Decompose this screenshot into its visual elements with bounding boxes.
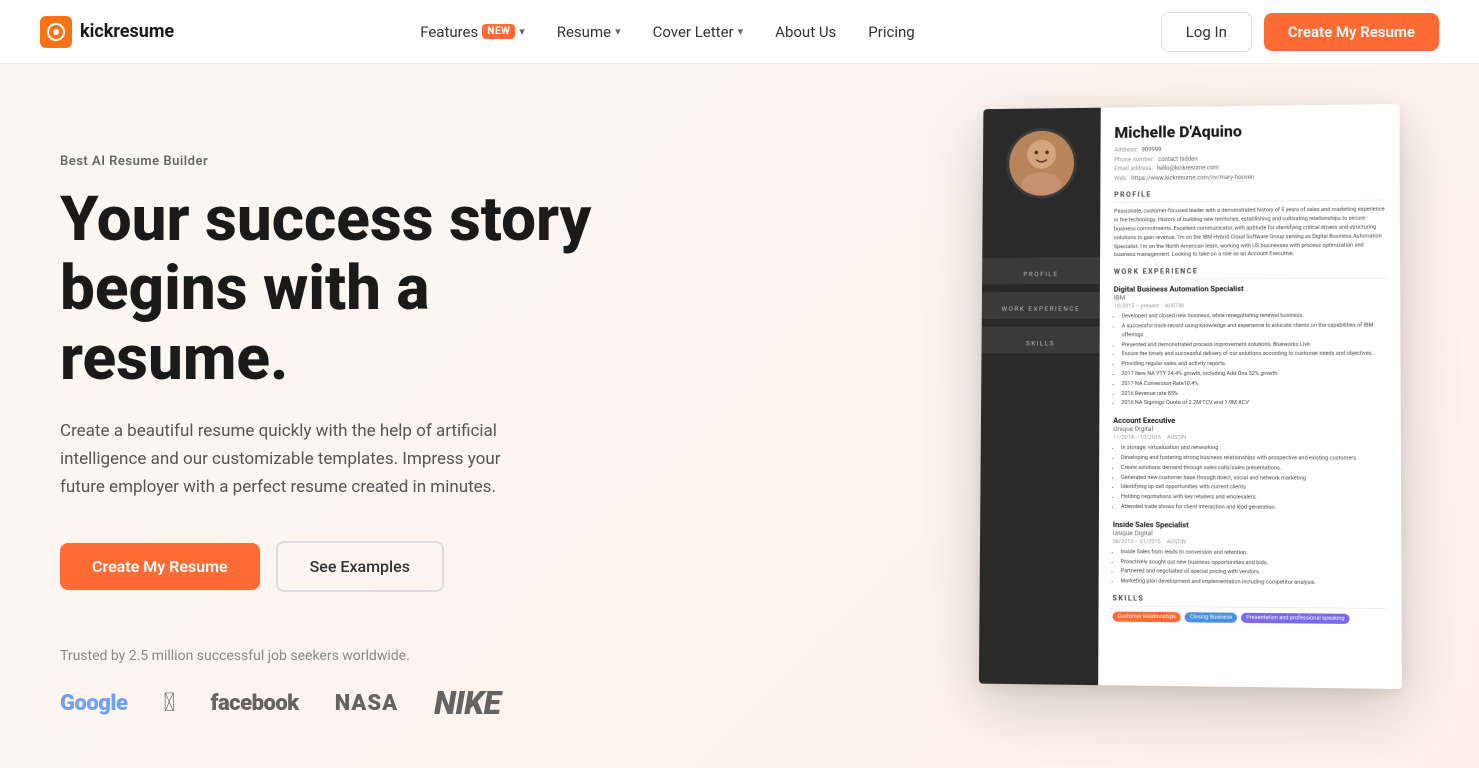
hero-examples-button[interactable]: See Examples bbox=[276, 541, 444, 592]
new-badge: NEW bbox=[482, 24, 515, 39]
trusted-text: Trusted by 2.5 million successful job se… bbox=[60, 648, 620, 664]
nasa-logo: NASA bbox=[335, 691, 398, 716]
resume-preview: PROFILE WORK EXPERIENCE SKILLS Michelle … bbox=[979, 104, 1419, 684]
trusted-logos: Google  facebook NASA NIKE bbox=[60, 684, 620, 722]
hero-buttons: Create My Resume See Examples bbox=[60, 541, 620, 592]
logo-icon bbox=[40, 16, 72, 48]
profile-section-title: PROFILE bbox=[1114, 189, 1386, 203]
nike-logo: NIKE bbox=[434, 684, 500, 722]
work-sidebar-label: WORK EXPERIENCE bbox=[982, 292, 1100, 319]
job-2: Account Executive Unique Digital 11/2014… bbox=[1113, 416, 1387, 513]
resume-name: Michelle D'Aquino bbox=[1114, 120, 1385, 142]
nav-cover-letter[interactable]: Cover Letter ▾ bbox=[639, 15, 758, 49]
job-1: Digital Business Automation Specialist I… bbox=[1113, 284, 1386, 409]
work-section-title: WORK EXPERIENCE bbox=[1114, 267, 1386, 280]
resume-contact: Address: 909999 Phone number: contact hi… bbox=[1114, 143, 1385, 184]
hero-description: Create a beautiful resume quickly with t… bbox=[60, 417, 540, 501]
nav-actions: Log In Create My Resume bbox=[1161, 12, 1439, 52]
skill-1: Customer Relationships bbox=[1112, 611, 1181, 622]
nav-about[interactable]: About Us bbox=[761, 15, 850, 49]
skills-row: Customer Relationships Closing Business … bbox=[1112, 611, 1387, 624]
skills-sidebar-label: SKILLS bbox=[982, 326, 1100, 353]
hero-badge: Best AI Resume Builder bbox=[60, 154, 620, 169]
hero-content: Best AI Resume Builder Your success stor… bbox=[60, 124, 620, 722]
login-button[interactable]: Log In bbox=[1161, 12, 1252, 52]
trusted-section: Trusted by 2.5 million successful job se… bbox=[60, 648, 620, 722]
job-1-bullets: Developed and closed new business, while… bbox=[1113, 312, 1386, 409]
logo-text: kickresume bbox=[80, 21, 174, 42]
navbar: kickresume Features NEW ▾ Resume ▾ Cover… bbox=[0, 0, 1479, 64]
logo[interactable]: kickresume bbox=[40, 16, 174, 48]
create-resume-button[interactable]: Create My Resume bbox=[1264, 13, 1439, 51]
job-3: Inside Sales Specialist Unique Digital 0… bbox=[1113, 520, 1388, 589]
chevron-down-icon: ▾ bbox=[519, 25, 525, 38]
avatar-image bbox=[1009, 131, 1074, 196]
chevron-down-icon: ▾ bbox=[738, 25, 744, 38]
profile-text: Passionate, customer-focused leader with… bbox=[1114, 206, 1386, 260]
facebook-logo: facebook bbox=[210, 691, 298, 716]
skills-section-title: SKILLS bbox=[1112, 594, 1387, 609]
hero-title: Your success story begins with a resume. bbox=[60, 185, 620, 393]
resume-sidebar: PROFILE WORK EXPERIENCE SKILLS bbox=[979, 108, 1101, 685]
chevron-down-icon: ▾ bbox=[615, 25, 621, 38]
resume-card: PROFILE WORK EXPERIENCE SKILLS Michelle … bbox=[979, 104, 1402, 689]
skill-2: Closing Business bbox=[1185, 612, 1237, 623]
nav-resume[interactable]: Resume ▾ bbox=[543, 15, 635, 49]
nav-links: Features NEW ▾ Resume ▾ Cover Letter ▾ A… bbox=[406, 15, 929, 49]
hero-create-button[interactable]: Create My Resume bbox=[60, 543, 260, 590]
apple-logo:  bbox=[163, 688, 174, 718]
job-2-bullets: In storage, virtualization and networkin… bbox=[1113, 444, 1387, 513]
avatar bbox=[1006, 128, 1077, 199]
hero-section: Best AI Resume Builder Your success stor… bbox=[0, 64, 1479, 768]
nav-pricing[interactable]: Pricing bbox=[854, 15, 928, 49]
skill-3: Presentation and professional speaking bbox=[1241, 613, 1349, 624]
profile-sidebar-label: PROFILE bbox=[982, 257, 1100, 284]
job-3-bullets: Inside Sales from leads to conversion an… bbox=[1113, 548, 1388, 589]
google-logo: Google bbox=[60, 691, 127, 716]
resume-main: Michelle D'Aquino Address: 909999 Phone … bbox=[1098, 104, 1402, 689]
nav-features[interactable]: Features NEW ▾ bbox=[406, 15, 539, 49]
